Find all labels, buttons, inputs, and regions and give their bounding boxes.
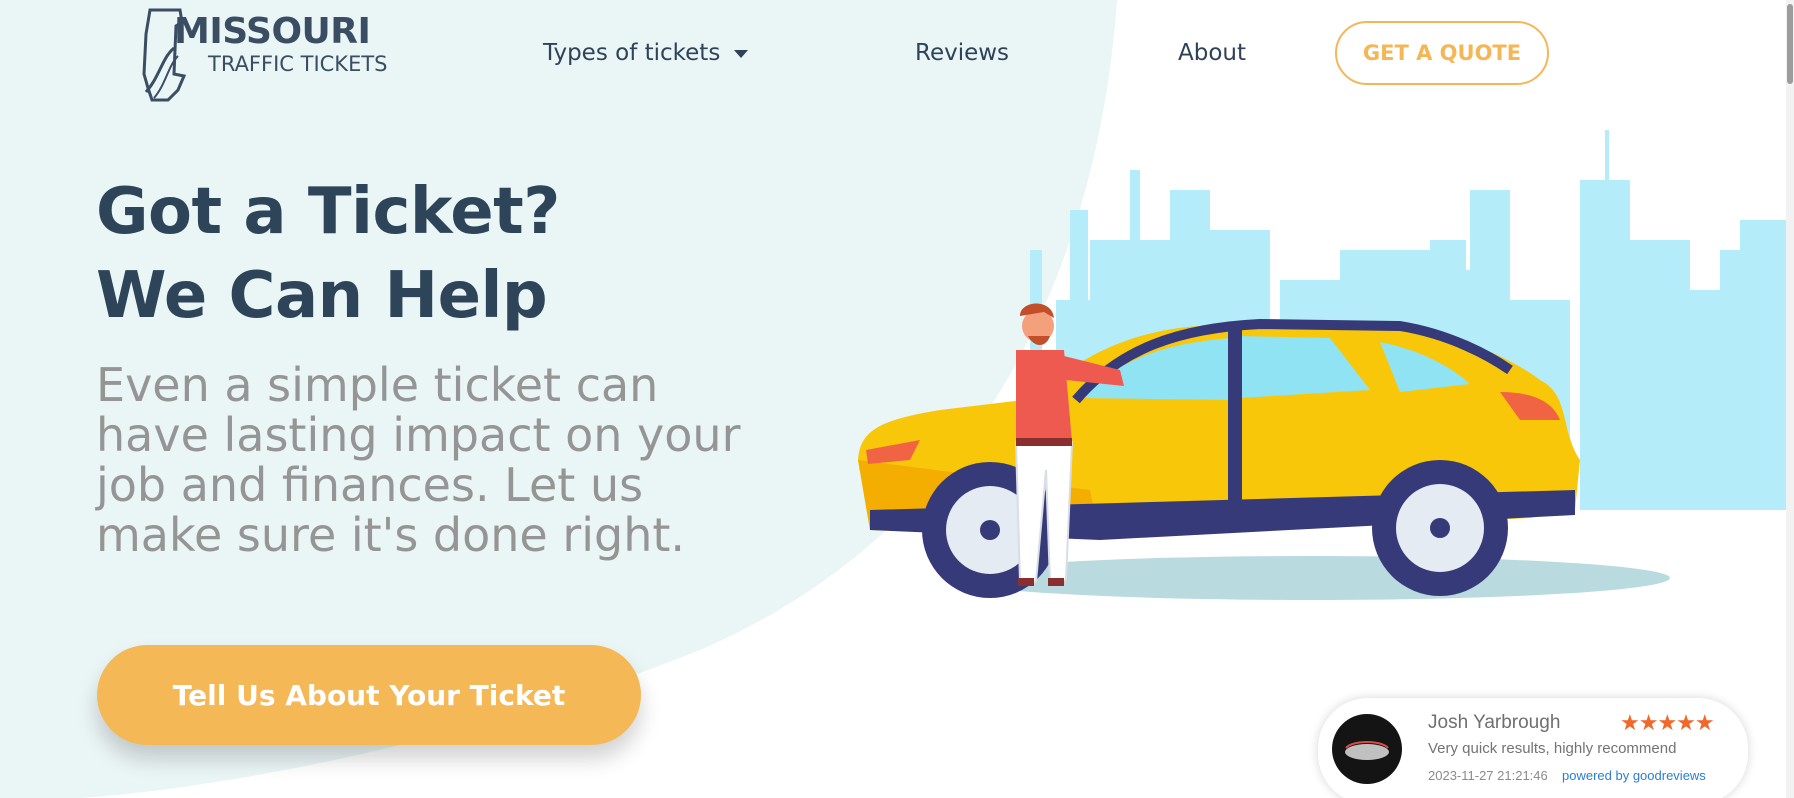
review-text: Very quick results, highly recommend (1428, 740, 1677, 757)
logo-subtitle: TRAFFIC TICKETS (208, 52, 388, 76)
nav-types-of-tickets[interactable]: Types of tickets (543, 36, 749, 70)
hero-subtext: Even a simple ticket can have lasting im… (96, 360, 836, 560)
hero-headline: Got a Ticket? We Can Help (96, 170, 560, 338)
nav-reviews[interactable]: Reviews (915, 36, 1009, 70)
hero-illustration (858, 130, 1794, 600)
site-logo[interactable]: MISSOURI TRAFFIC TICKETS (140, 4, 400, 104)
nav-types-label: Types of tickets (543, 40, 721, 66)
review-date: 2023-11-27 21:21:46 (1428, 768, 1548, 783)
tell-us-about-your-ticket-button[interactable]: Tell Us About Your Ticket (97, 645, 641, 745)
review-stars: ★★★★★ (1620, 710, 1715, 735)
page-scrollbar[interactable] (1786, 0, 1794, 798)
subtext-line: job and finances. Let us (96, 458, 644, 512)
caret-down-icon (734, 50, 749, 58)
logo-title: MISSOURI (174, 11, 371, 52)
headline-line-1: Got a Ticket? (96, 175, 560, 249)
reviewer-avatar (1332, 714, 1402, 784)
powered-by-link[interactable]: powered by goodreviews (1562, 768, 1706, 783)
reviewer-name: Josh Yarbrough (1428, 712, 1561, 733)
subtext-line: have lasting impact on your (96, 408, 741, 462)
get-a-quote-button[interactable]: GET A QUOTE (1335, 21, 1549, 85)
nav-about[interactable]: About (1178, 36, 1246, 70)
subtext-line: make sure it's done right. (96, 508, 686, 562)
headline-line-2: We Can Help (96, 259, 548, 333)
subtext-line: Even a simple ticket can (96, 358, 659, 412)
scrollbar-thumb[interactable] (1787, 4, 1793, 84)
review-widget[interactable]: Josh Yarbrough ★★★★★ Very quick results,… (1318, 698, 1748, 798)
